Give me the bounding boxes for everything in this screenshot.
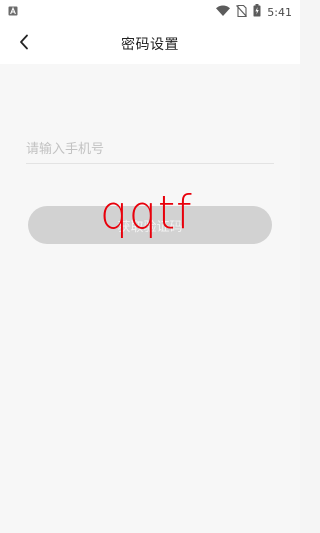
status-bar: 5:41 <box>0 0 300 24</box>
phone-number-input[interactable] <box>26 136 274 164</box>
screen: 5:41 密码设置 获取验证码 qqtf <box>0 0 300 533</box>
app-bar: 密码设置 <box>0 24 300 64</box>
no-sim-icon <box>236 4 248 20</box>
get-verification-code-button[interactable]: 获取验证码 <box>28 206 272 244</box>
form-content: 获取验证码 <box>0 64 300 533</box>
notification-a-icon <box>8 6 18 19</box>
chevron-left-icon <box>19 34 29 54</box>
back-button[interactable] <box>10 30 38 58</box>
page-title: 密码设置 <box>121 37 179 53</box>
battery-charging-icon <box>253 4 261 20</box>
wifi-icon <box>216 5 231 19</box>
status-time: 5:41 <box>267 5 292 19</box>
